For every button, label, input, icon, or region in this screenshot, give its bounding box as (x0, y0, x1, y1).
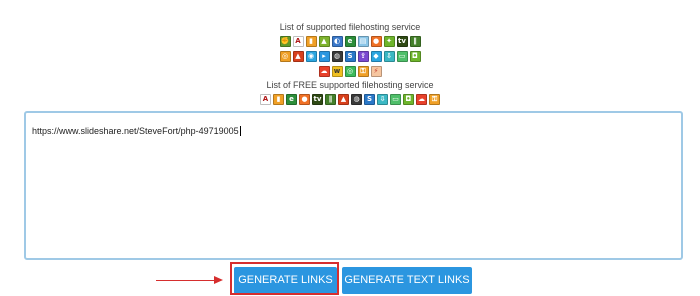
box-icon: ◘ (409, 51, 421, 62)
bookmark-icon: ▮ (273, 94, 284, 105)
chat-icon: ◎ (344, 66, 356, 77)
letter-w-icon: w (331, 66, 343, 77)
audio-icon: ∥ (325, 94, 336, 105)
fist-icon: ✊ (279, 36, 291, 47)
supported-icons-row-2: ◎ ▲ ◉ ▸ ◍ S ⇪ ◆ ⇩ ▭ ◘ (0, 51, 700, 62)
letter-e-icon: e (344, 36, 356, 47)
audio-icon: ∥ (409, 36, 421, 47)
box-icon: ◘ (403, 94, 414, 105)
red-highlight-box (230, 262, 339, 295)
letter-s-icon: S (344, 51, 356, 62)
letter-e-icon: e (286, 94, 297, 105)
red-arrow-shaft (156, 280, 216, 281)
cloud-icon: ☁ (318, 66, 330, 77)
rocket-icon: ▲ (338, 94, 349, 105)
supported-icons-row-1: ✊ A ▮ ▲ ◐ e ▤ ● ✦ tv ∥ (0, 36, 700, 47)
red-circle-icon: ● (299, 94, 310, 105)
letter-s-icon: S (364, 94, 375, 105)
bird-icon: ✦ (383, 36, 395, 47)
upload-icon: ⇪ (357, 51, 369, 62)
search-icon: ◍ (351, 94, 362, 105)
letter-a-icon: A (260, 94, 271, 105)
red-arrow-icon (214, 276, 223, 284)
download-icon: ⇩ (383, 51, 395, 62)
links-textarea-value: https://www.slideshare.net/SteveFort/php… (32, 126, 239, 136)
generate-text-links-button[interactable]: GENERATE TEXT LINKS (342, 267, 472, 294)
free-icons-row-1: A ▮ e ● tv ∥ ▲ ◍ S ⇩ ▭ ◘ ☁ ⚿ (0, 94, 700, 105)
key-icon: ⚿ (357, 66, 369, 77)
red-circle-icon: ● (370, 36, 382, 47)
file-icon: ▤ (357, 36, 369, 47)
tv-icon: tv (396, 36, 408, 47)
rocket-icon: ▲ (292, 51, 304, 62)
screen-icon: ▭ (390, 94, 401, 105)
shield-icon: ◆ (370, 51, 382, 62)
search-icon: ◍ (331, 51, 343, 62)
globe-icon: ◉ (305, 51, 317, 62)
links-textarea[interactable]: https://www.slideshare.net/SteveFort/php… (24, 111, 683, 260)
android-icon: ▲ (318, 36, 330, 47)
bookmark-icon: ▮ (305, 36, 317, 47)
key-icon: ⚿ (429, 94, 440, 105)
tv-icon: tv (312, 94, 323, 105)
cloud-icon: ☁ (416, 94, 427, 105)
letter-a-icon: A (292, 36, 304, 47)
free-services-caption: List of FREE supported filehosting servi… (266, 80, 434, 90)
supported-icons-row-3: ☁ w ◎ ⚿ ⚡ (0, 66, 700, 77)
supported-services-caption: List of supported filehosting service (279, 22, 421, 32)
mediafire-icon: ◐ (331, 36, 343, 47)
download-icon: ⇩ (377, 94, 388, 105)
target-icon: ◎ (279, 51, 291, 62)
text-cursor (239, 126, 241, 136)
bolt-icon: ⚡ (370, 66, 382, 77)
play-icon: ▸ (318, 51, 330, 62)
screen-icon: ▭ (396, 51, 408, 62)
